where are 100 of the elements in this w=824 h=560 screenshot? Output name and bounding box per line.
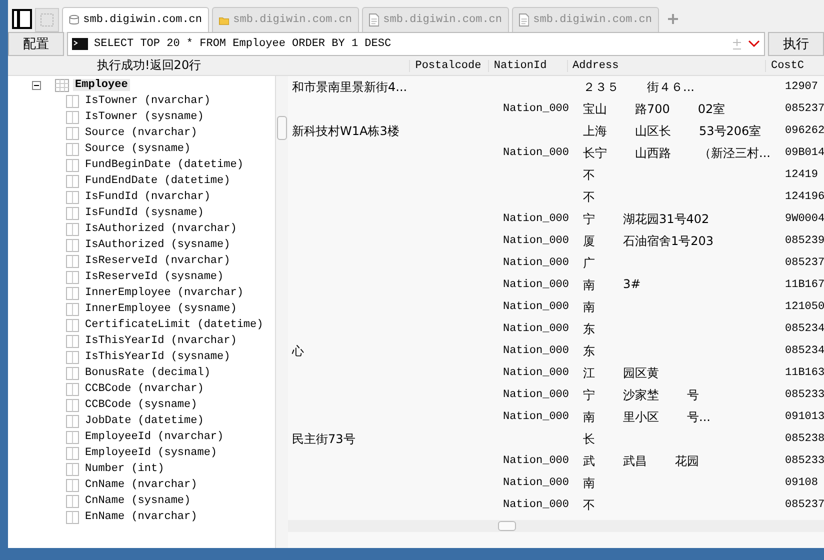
column-icon bbox=[66, 462, 79, 476]
config-button[interactable]: 配置 bbox=[8, 32, 64, 56]
table-cell-text: 085237 bbox=[784, 103, 824, 115]
tree-item[interactable]: CCBCode (sysname) bbox=[85, 399, 198, 411]
address-text: 南 bbox=[583, 408, 595, 426]
status-text: 执行成功!返回20行 bbox=[96, 57, 202, 74]
tree-item[interactable]: IsTowner (sysname) bbox=[85, 111, 204, 123]
tree-item[interactable]: InnerEmployee (nvarchar) bbox=[85, 287, 244, 299]
tree-item[interactable]: FundBeginDate (datetime) bbox=[85, 159, 244, 171]
column-icon bbox=[66, 510, 79, 524]
column-icon bbox=[66, 334, 79, 348]
address-text: 江 bbox=[583, 364, 595, 382]
column-icon bbox=[66, 366, 79, 380]
plus-minus-icon[interactable] bbox=[732, 38, 742, 50]
collapse-icon[interactable] bbox=[32, 80, 41, 90]
tree-item[interactable]: IsFundId (sysname) bbox=[85, 207, 204, 219]
tree-item[interactable]: BonusRate (decimal) bbox=[85, 367, 210, 379]
plus-icon[interactable] bbox=[666, 12, 680, 26]
column-icon bbox=[66, 110, 79, 124]
tree-item[interactable]: IsThisYearId (sysname) bbox=[85, 351, 230, 363]
table-cell-text: Nation_000 bbox=[502, 411, 570, 423]
address-text: 南 bbox=[583, 474, 595, 492]
tree-item[interactable]: InnerEmployee (sysname) bbox=[85, 303, 237, 315]
column-icon bbox=[66, 222, 79, 236]
tree-item[interactable]: IsAuthorized (sysname) bbox=[85, 239, 230, 251]
column-icon bbox=[66, 494, 79, 508]
table-cell-text: Nation_000 bbox=[502, 367, 570, 379]
table-cell-text: 心 bbox=[291, 342, 305, 360]
table-cell-text: 9W0004 bbox=[784, 213, 824, 225]
column-header[interactable]: Address bbox=[566, 60, 765, 72]
table-cell-text: 085233 bbox=[784, 455, 824, 467]
table-cell-text: 09108 bbox=[784, 477, 820, 489]
column-icon bbox=[66, 302, 79, 316]
column-icon bbox=[66, 414, 79, 428]
tree-item[interactable]: IsTowner (nvarchar) bbox=[85, 95, 210, 107]
table-cell-text: 民主街73号 bbox=[291, 430, 356, 448]
column-icon bbox=[66, 174, 79, 188]
table-cell-text: 085239 bbox=[784, 235, 824, 247]
column-icon bbox=[66, 318, 79, 332]
column-icon bbox=[66, 286, 79, 300]
chevron-down-icon[interactable] bbox=[748, 40, 760, 48]
tree-item[interactable]: EmployeeId (sysname) bbox=[85, 447, 218, 459]
table-cell-text: Nation_000 bbox=[502, 455, 570, 467]
column-icon bbox=[66, 206, 79, 220]
table-cell-text: 091013 bbox=[784, 411, 824, 423]
address-text: 长宁 bbox=[583, 144, 607, 162]
address-text: 不 bbox=[583, 166, 595, 184]
tree-item[interactable]: EmployeeId (nvarchar) bbox=[85, 431, 224, 443]
table-cell-text: 085238 bbox=[784, 433, 824, 445]
tree-item[interactable]: Source (nvarchar) bbox=[85, 127, 198, 139]
table-cell-text: 085237 bbox=[784, 499, 824, 511]
tree-item[interactable]: IsThisYearId (nvarchar) bbox=[85, 335, 237, 347]
address-text: 山区长 bbox=[635, 122, 671, 140]
scrollbar[interactable] bbox=[288, 520, 824, 532]
tree-item[interactable]: IsFundId (nvarchar) bbox=[85, 191, 210, 203]
column-icon bbox=[66, 238, 79, 252]
address-text: 街４６... bbox=[647, 78, 694, 96]
column-header[interactable]: NationId bbox=[488, 60, 567, 72]
column-icon bbox=[66, 382, 79, 396]
column-icon bbox=[66, 270, 79, 284]
tree-item[interactable]: CCBCode (nvarchar) bbox=[85, 383, 204, 395]
scrollbar[interactable] bbox=[276, 76, 288, 548]
column-icon bbox=[66, 478, 79, 492]
tree-item[interactable]: JobDate (datetime) bbox=[85, 415, 204, 427]
table-cell-text: 11B167 bbox=[784, 279, 824, 291]
tree-item[interactable]: IsReserveId (nvarchar) bbox=[85, 255, 230, 267]
tree-item[interactable]: EnName (nvarchar) bbox=[85, 511, 198, 523]
tab[interactable]: smb.digiwin.com.cn bbox=[62, 7, 209, 32]
address-text: 宁 bbox=[583, 210, 595, 228]
tree-item[interactable]: IsAuthorized (nvarchar) bbox=[85, 223, 237, 235]
run-button[interactable]: 执行 bbox=[768, 32, 824, 56]
tree-item[interactable]: IsReserveId (sysname) bbox=[85, 271, 224, 283]
tree-item[interactable]: Number (int) bbox=[85, 463, 164, 475]
tree-item[interactable]: CnName (nvarchar) bbox=[85, 479, 198, 491]
query-field[interactable]: SELECT TOP 20 * FROM Employee ORDER BY 1 DESC bbox=[67, 32, 765, 56]
address-text: 宁 bbox=[583, 386, 595, 404]
table-cell-text: Nation_000 bbox=[502, 477, 570, 489]
tree-item[interactable]: Source (sysname) bbox=[85, 143, 191, 155]
column-icon bbox=[66, 254, 79, 268]
address-text: ２３５ bbox=[583, 78, 619, 96]
tree-item[interactable]: Employee bbox=[73, 79, 130, 91]
address-text: 南 bbox=[583, 276, 595, 294]
column-icon bbox=[66, 190, 79, 204]
table-cell-text: 12419 bbox=[784, 169, 820, 181]
column-header[interactable]: Postalcode bbox=[409, 60, 488, 72]
tree-item[interactable]: CnName (sysname) bbox=[85, 495, 191, 507]
address-text: 东 bbox=[583, 320, 595, 338]
tree-item[interactable]: FundEndDate (datetime) bbox=[85, 175, 230, 187]
column-header[interactable]: CostC bbox=[764, 60, 824, 72]
address-text: 02室 bbox=[698, 100, 726, 118]
address-text: 武 bbox=[583, 452, 595, 470]
address-text: （新泾三村... bbox=[699, 144, 770, 162]
table-cell-text: 124196 bbox=[784, 191, 824, 203]
tree-item[interactable]: CertificateLimit (datetime) bbox=[85, 319, 264, 331]
sidebar-toggle-button[interactable] bbox=[12, 9, 32, 29]
address-text: 不 bbox=[583, 496, 595, 514]
address-text: 园区黄 bbox=[623, 364, 659, 382]
dashed-square-icon bbox=[40, 13, 54, 27]
table-cell-text: 11B163 bbox=[784, 367, 824, 379]
table-cell-text: 085234 bbox=[784, 323, 824, 335]
